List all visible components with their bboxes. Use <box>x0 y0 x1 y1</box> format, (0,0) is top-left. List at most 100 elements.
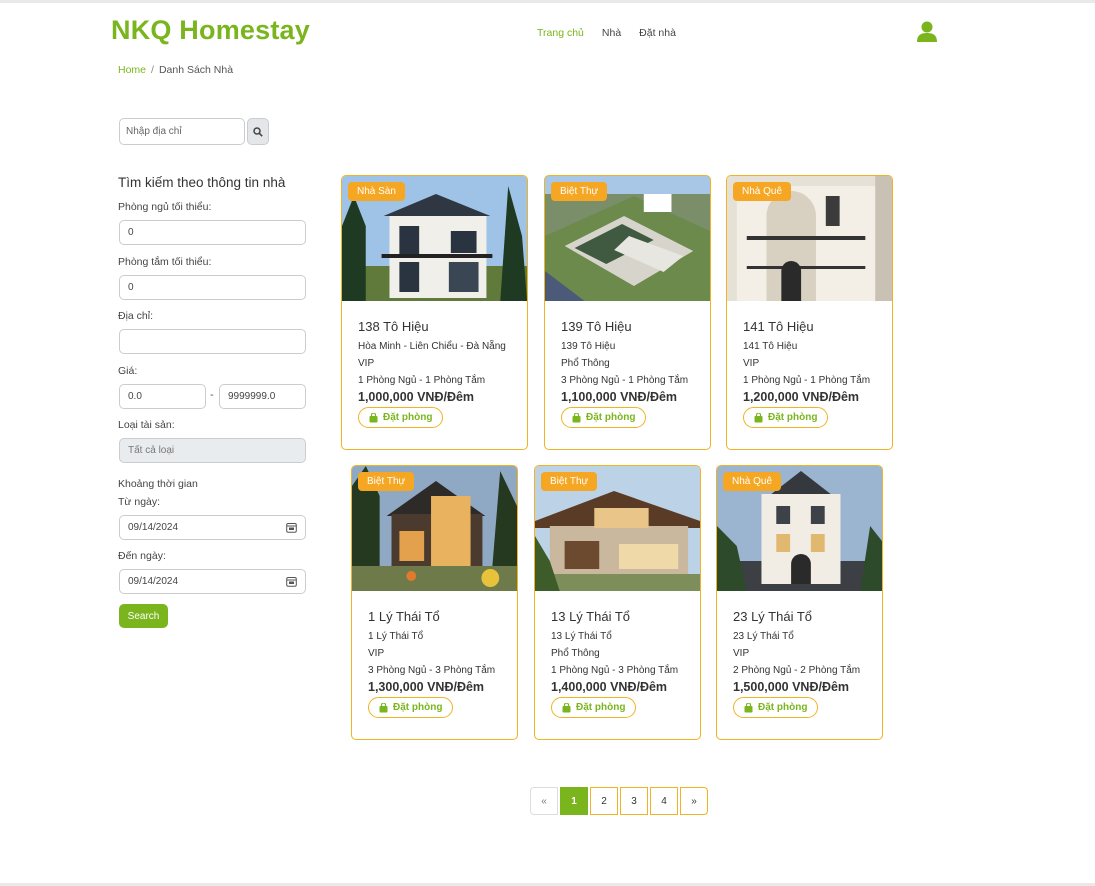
shopping-bag-icon <box>562 702 571 712</box>
listing-address: 141 Tô Hiệu <box>743 341 798 352</box>
price-dash: - <box>210 389 214 401</box>
breadcrumb-current: Danh Sách Nhà <box>158 64 234 76</box>
pagination: « 1 2 3 4 » <box>530 787 708 815</box>
book-button-label: Đặt phòng <box>576 702 626 713</box>
calendar-icon[interactable] <box>286 576 297 587</box>
pagination-page-1[interactable]: 1 <box>560 787 588 815</box>
address-input[interactable] <box>119 329 306 354</box>
shopping-bag-icon <box>744 702 753 712</box>
book-button[interactable]: Đặt phòng <box>358 407 444 428</box>
listing-tier: VIP <box>368 648 385 659</box>
listing-price: 1,100,000 VNĐ/Đêm <box>561 390 678 404</box>
listing-address: 13 Lý Thái Tổ <box>551 631 612 642</box>
pagination-page-3[interactable]: 3 <box>620 787 648 815</box>
period-label: Khoảng thời gian <box>118 478 198 490</box>
listing-address: Hòa Minh - Liên Chiểu - Đà Nẵng <box>358 341 506 352</box>
address-label: Địa chỉ: <box>118 310 154 322</box>
nav-home[interactable]: Trang chủ <box>537 27 584 39</box>
listing-price: 1,400,000 VNĐ/Đêm <box>551 680 668 694</box>
listing-title[interactable]: 13 Lý Thái Tổ <box>551 609 692 624</box>
listing-card[interactable]: Nhà Sàn 138 Tô Hiệu Hòa Minh - Liên Chiể… <box>341 175 528 450</box>
to-date-value: 09/14/2024 <box>128 576 179 587</box>
house-photo[interactable]: Nhà Quê <box>717 466 882 591</box>
bedrooms-input[interactable]: 0 <box>119 220 306 245</box>
breadcrumb-separator: / <box>151 64 154 76</box>
shopping-bag-icon <box>369 412 378 422</box>
shopping-bag-icon <box>754 412 763 422</box>
from-date-input[interactable]: 09/14/2024 <box>119 515 306 540</box>
listing-price: 1,000,000 VNĐ/Đêm <box>358 390 475 404</box>
price-label: Giá: <box>118 365 138 377</box>
calendar-icon[interactable] <box>286 522 297 533</box>
book-button[interactable]: Đặt phòng <box>551 697 637 718</box>
address-search-input[interactable] <box>119 118 245 145</box>
pagination-page-4[interactable]: 4 <box>650 787 678 815</box>
property-type-badge: Nhà Quê <box>733 182 792 201</box>
listing-rooms: 3 Phòng Ngủ - 3 Phòng Tắm <box>368 665 496 676</box>
property-type-badge: Nhà Sàn <box>348 182 405 201</box>
house-photo[interactable]: Biệt Thự <box>545 176 710 301</box>
book-button-label: Đặt phòng <box>393 702 443 713</box>
listing-rooms: 2 Phòng Ngủ - 2 Phòng Tắm <box>733 665 861 676</box>
book-button[interactable]: Đặt phòng <box>743 407 829 428</box>
listing-address: 1 Lý Thái Tổ <box>368 631 424 642</box>
book-button-label: Đặt phòng <box>383 412 433 423</box>
listing-title[interactable]: 1 Lý Thái Tổ <box>368 609 509 624</box>
book-button-label: Đặt phòng <box>586 412 636 423</box>
listing-title[interactable]: 23 Lý Thái Tổ <box>733 609 874 624</box>
top-border <box>0 0 1095 3</box>
to-date-input[interactable]: 09/14/2024 <box>119 569 306 594</box>
listing-tier: Phổ Thông <box>561 358 610 369</box>
listing-address: 23 Lý Thái Tổ <box>733 631 794 642</box>
brand-logo[interactable]: NKQ Homestay <box>111 15 310 46</box>
book-button-label: Đặt phòng <box>758 702 808 713</box>
listing-address: 139 Tô Hiệu <box>561 341 616 352</box>
property-type-label: Loại tài sản: <box>118 419 175 431</box>
breadcrumb: Home / Danh Sách Nhà <box>118 64 233 76</box>
listing-title[interactable]: 138 Tô Hiệu <box>358 319 519 334</box>
nav-booking[interactable]: Đặt nhà <box>639 27 676 39</box>
price-min-input[interactable]: 0.0 <box>119 384 206 409</box>
house-photo[interactable]: Biệt Thự <box>352 466 517 591</box>
book-button[interactable]: Đặt phòng <box>368 697 454 718</box>
house-photo[interactable]: Nhà Quê <box>727 176 892 301</box>
property-type-select[interactable]: Tất cả loại <box>119 438 306 463</box>
listing-rooms: 3 Phòng Ngủ - 1 Phòng Tắm <box>561 375 689 386</box>
book-button[interactable]: Đặt phòng <box>733 697 819 718</box>
house-photo[interactable]: Biệt Thự <box>535 466 700 591</box>
filter-title: Tìm kiếm theo thông tin nhà <box>118 175 286 190</box>
bathrooms-label: Phòng tắm tối thiểu: <box>118 256 212 268</box>
listing-price: 1,200,000 VNĐ/Đêm <box>743 390 860 404</box>
pagination-prev[interactable]: « <box>530 787 558 815</box>
price-max-input[interactable]: 9999999.0 <box>219 384 306 409</box>
listing-tier: Phổ Thông <box>551 648 600 659</box>
breadcrumb-home[interactable]: Home <box>118 64 146 76</box>
book-button[interactable]: Đặt phòng <box>561 407 647 428</box>
bedrooms-label: Phòng ngủ tối thiểu: <box>118 201 212 213</box>
listing-card[interactable]: Biệt Thự 1 Lý Thái Tổ 1 Lý Thái Tổ VIP 3… <box>351 465 518 740</box>
shopping-bag-icon <box>379 702 388 712</box>
listing-card[interactable]: Biệt Thự 13 Lý Thái Tổ 13 Lý Thái Tổ Phổ… <box>534 465 701 740</box>
nav-houses[interactable]: Nhà <box>602 27 621 39</box>
listing-title[interactable]: 141 Tô Hiệu <box>743 319 884 334</box>
listing-title[interactable]: 139 Tô Hiệu <box>561 319 702 334</box>
search-icon <box>253 126 263 137</box>
from-date-value: 09/14/2024 <box>128 522 179 533</box>
listing-card[interactable]: Nhà Quê 23 Lý Thái Tổ 23 Lý Thái Tổ VIP … <box>716 465 883 740</box>
pagination-page-2[interactable]: 2 <box>590 787 618 815</box>
listing-price: 1,500,000 VNĐ/Đêm <box>733 680 850 694</box>
address-search-button[interactable] <box>247 118 269 145</box>
listing-rooms: 1 Phòng Ngủ - 1 Phòng Tắm <box>743 375 871 386</box>
pagination-next[interactable]: » <box>680 787 708 815</box>
book-button-label: Đặt phòng <box>768 412 818 423</box>
user-icon[interactable] <box>917 21 937 43</box>
house-photo[interactable]: Nhà Sàn <box>342 176 527 301</box>
listing-card[interactable]: Biệt Thự 139 Tô Hiệu 139 Tô Hiệu Phổ Thô… <box>544 175 711 450</box>
property-type-badge: Biệt Thự <box>358 472 415 491</box>
listing-price: 1,300,000 VNĐ/Đêm <box>368 680 485 694</box>
listing-card[interactable]: Nhà Quê 141 Tô Hiệu 141 Tô Hiệu VIP 1 Ph… <box>726 175 893 450</box>
listing-tier: VIP <box>743 358 760 369</box>
listing-tier: VIP <box>358 358 375 369</box>
search-button[interactable]: Search <box>119 604 168 628</box>
bathrooms-input[interactable]: 0 <box>119 275 306 300</box>
